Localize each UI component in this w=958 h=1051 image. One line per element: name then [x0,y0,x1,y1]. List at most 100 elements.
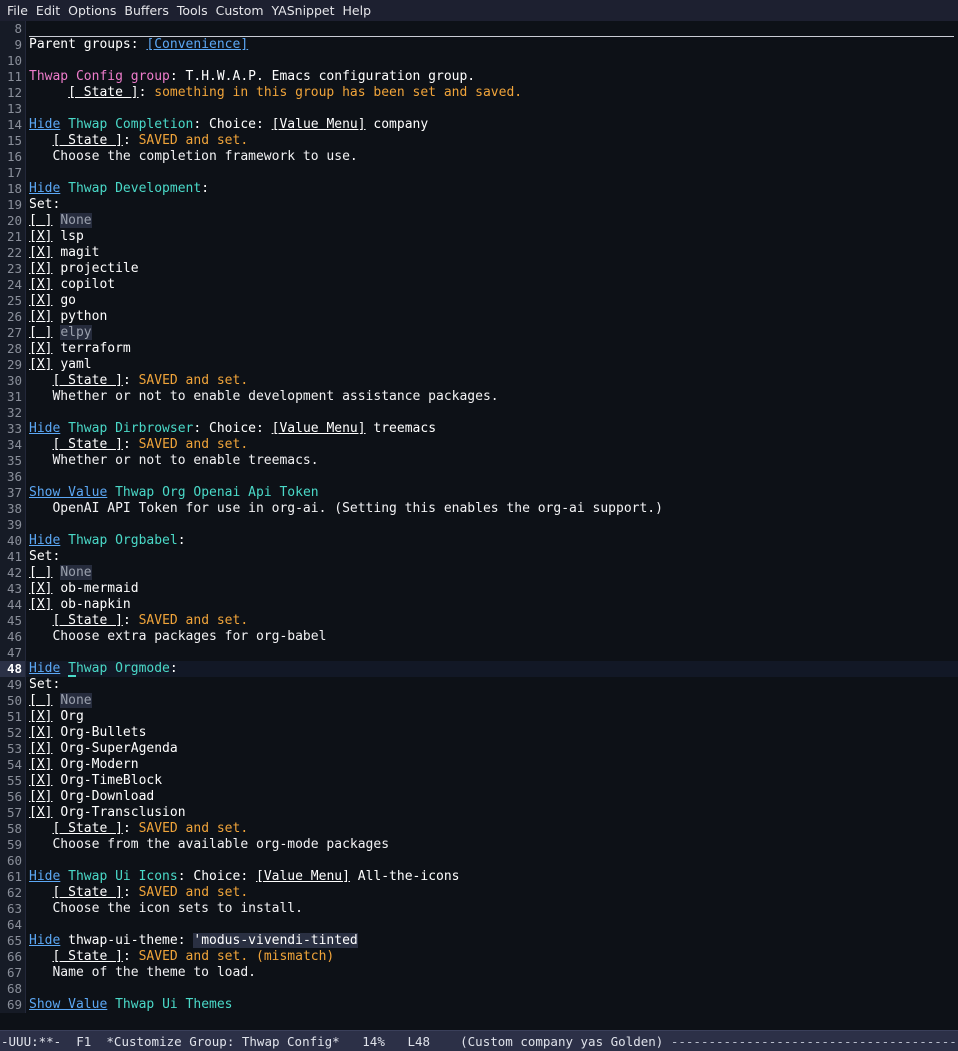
buffer-line[interactable]: 63 Choose the icon sets to install. [0,901,958,917]
buffer-line[interactable]: 29 [X] yaml [0,357,958,373]
buffer-line[interactable]: 12 [ State ]: something in this group ha… [0,85,958,101]
checkbox-label[interactable]: Org-SuperAgenda [60,741,177,756]
checkbox-label[interactable]: Org-Transclusion [60,805,185,820]
checkbox-label[interactable]: python [60,309,107,324]
buffer-line[interactable]: 23 [X] projectile [0,261,958,277]
buffer-line[interactable]: 34 [ State ]: SAVED and set. [0,437,958,453]
buffer-line[interactable]: 42[ ] None [0,565,958,581]
checkbox-checked[interactable]: [X] [29,709,52,724]
buffer-line-current[interactable]: 48 Hide Thwap Orgmode: [0,661,958,677]
buffer-line[interactable]: 35 Whether or not to enable treemacs. [0,453,958,469]
checkbox-label[interactable]: Org-Download [60,789,154,804]
buffer-line[interactable]: 65 Hide thwap-ui-theme: 'modus-vivendi-ti… [0,933,958,949]
buffer-line[interactable]: 11 Thwap Config group: T.H.W.A.P. Emacs c… [0,69,958,85]
buffer-line[interactable]: 30 [ State ]: SAVED and set. [0,373,958,389]
state-button[interactable]: [ State ] [52,373,122,388]
checkbox-unchecked[interactable]: [ ] [29,325,52,340]
customize-buffer[interactable]: 8 9 Parent groups: [Convenience] 10 11 Thwap… [0,21,958,1030]
checkbox-checked[interactable]: [X] [29,261,52,276]
menu-item-custom[interactable]: Custom [212,0,268,21]
buffer-line[interactable]: 60 [0,853,958,869]
checkbox-checked[interactable]: [X] [29,309,52,324]
buffer-line[interactable]: 28 [X] terraform [0,341,958,357]
menu-item-tools[interactable]: Tools [173,0,212,21]
buffer-line[interactable]: 22 [X] magit [0,245,958,261]
buffer-line[interactable]: 18 Hide Thwap Development: [0,181,958,197]
checkbox-label[interactable]: None [60,213,92,228]
checkbox-unchecked[interactable]: [ ] [29,565,52,580]
buffer-line[interactable]: 69 Show Value Thwap Ui Themes [0,997,958,1013]
buffer-line[interactable]: 59 Choose from the available org-mode pa… [0,837,958,853]
buffer-line[interactable]: 21 [X] lsp [0,229,958,245]
show-value-toggle-org-openai-api-token[interactable]: Show Value [29,485,107,500]
buffer-line[interactable]: 14 Hide Thwap Completion: Choice: [Value … [0,117,958,133]
buffer-line[interactable]: 25 [X] go [0,293,958,309]
buffer-line[interactable]: 13 [0,101,958,117]
menu-item-help[interactable]: Help [339,0,376,21]
checkbox-checked[interactable]: [X] [29,293,52,308]
checkbox-checked[interactable]: [X] [29,725,52,740]
checkbox-label[interactable]: Org [60,709,83,724]
buffer-line[interactable]: 51 [X] Org [0,709,958,725]
buffer-line[interactable]: 58 [ State ]: SAVED and set. [0,821,958,837]
checkbox-checked[interactable]: [X] [29,341,52,356]
checkbox-label[interactable]: elpy [60,325,92,340]
checkbox-label[interactable]: terraform [60,341,130,356]
buffer-line[interactable]: 31 Whether or not to enable development … [0,389,958,405]
buffer-line[interactable]: 33 Hide Thwap Dirbrowser: Choice: [Value … [0,421,958,437]
buffer-line[interactable]: 19 Set: [0,197,958,213]
state-button[interactable]: [ State ] [52,885,122,900]
buffer-line[interactable]: 36 [0,469,958,485]
checkbox-checked[interactable]: [X] [29,741,52,756]
checkbox-checked[interactable]: [X] [29,597,52,612]
checkbox-checked[interactable]: [X] [29,277,52,292]
buffer-line[interactable]: 56 [X] Org-Download [0,789,958,805]
hide-toggle-completion[interactable]: Hide [29,117,60,132]
buffer-line[interactable]: 43 [X] ob-mermaid [0,581,958,597]
buffer-line[interactable]: 62 [ State ]: SAVED and set. [0,885,958,901]
hide-toggle-orgbabel[interactable]: Hide [29,533,60,548]
checkbox-checked[interactable]: [X] [29,757,52,772]
checkbox-label[interactable]: Org-Bullets [60,725,146,740]
buffer-line[interactable]: 17 [0,165,958,181]
menu-item-file[interactable]: File [3,0,32,21]
buffer-line[interactable]: 8 [0,21,958,37]
buffer-line[interactable]: 37 Show Value Thwap Org Openai Api Token [0,485,958,501]
checkbox-label[interactable]: None [60,565,92,580]
buffer-line[interactable]: 52 [X] Org-Bullets [0,725,958,741]
buffer-line[interactable]: 27[ ] elpy [0,325,958,341]
state-button[interactable]: [ State ] [52,437,122,452]
buffer-line[interactable]: 68 [0,981,958,997]
hide-toggle-dirbrowser[interactable]: Hide [29,421,60,436]
value-menu-button-completion[interactable]: [Value Menu] [272,117,366,132]
checkbox-label[interactable]: Org-TimeBlock [60,773,162,788]
checkbox-checked[interactable]: [X] [29,805,52,820]
checkbox-label[interactable]: Org-Modern [60,757,138,772]
state-button[interactable]: [ State ] [52,821,122,836]
value-menu-button-ui-icons[interactable]: [Value Menu] [256,869,350,884]
show-value-toggle-ui-themes[interactable]: Show Value [29,997,107,1012]
theme-value-field[interactable]: 'modus-vivendi-tinted [193,933,358,948]
checkbox-checked[interactable]: [X] [29,773,52,788]
buffer-line[interactable]: 64 [0,917,958,933]
buffer-line[interactable]: 67 Name of the theme to load. [0,965,958,981]
buffer-line[interactable]: 15 [ State ]: SAVED and set. [0,133,958,149]
checkbox-label[interactable]: ob-mermaid [60,581,138,596]
buffer-line[interactable]: 9 Parent groups: [Convenience] [0,37,958,53]
checkbox-label[interactable]: magit [60,245,99,260]
buffer-line[interactable]: 24 [X] copilot [0,277,958,293]
menu-item-edit[interactable]: Edit [32,0,64,21]
hide-toggle-ui-icons[interactable]: Hide [29,869,60,884]
menu-item-yasnippet[interactable]: YASnippet [268,0,339,21]
state-button[interactable]: [ State ] [52,949,122,964]
checkbox-label[interactable]: None [60,693,92,708]
checkbox-unchecked[interactable]: [ ] [29,693,52,708]
checkbox-label[interactable]: go [60,293,76,308]
state-button[interactable]: [ State ] [68,85,138,100]
buffer-line[interactable]: 50[ ] None [0,693,958,709]
buffer-line[interactable]: 26 [X] python [0,309,958,325]
hide-toggle-orgmode[interactable]: Hide [29,661,60,676]
state-button[interactable]: [ State ] [52,133,122,148]
checkbox-label[interactable]: lsp [60,229,83,244]
checkbox-label[interactable]: projectile [60,261,138,276]
